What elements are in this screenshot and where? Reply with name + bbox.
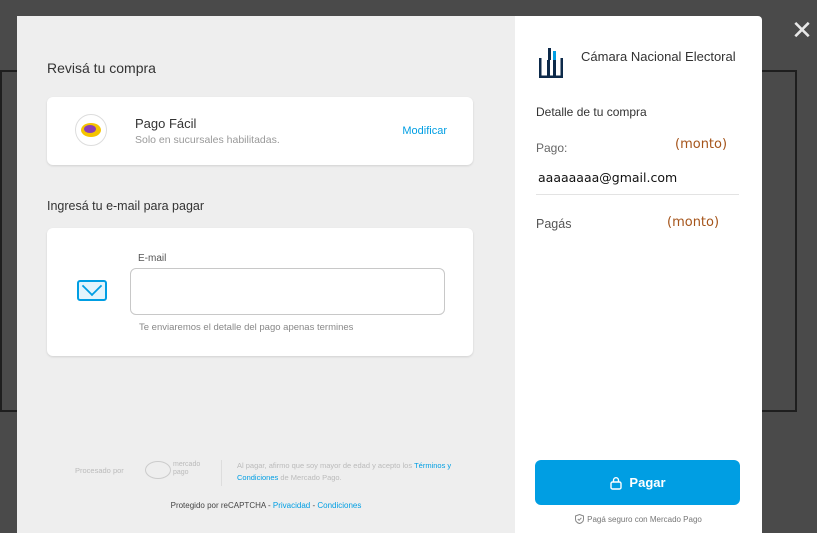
email-card: E-mail Te enviaremos el detalle del pago… [47, 228, 473, 356]
privacy-link[interactable]: Privacidad [273, 501, 310, 510]
email-section-title: Ingresá tu e-mail para pagar [47, 199, 205, 213]
payment-method-subtitle: Solo en sucursales habilitadas. [135, 134, 280, 146]
checkout-modal: Revisá tu compra Pago Fácil Solo en sucu… [17, 16, 762, 533]
email-hint: Te enviaremos el detalle del pago apenas… [139, 322, 354, 333]
mercado-pago-logo-icon [145, 461, 171, 479]
footer-divider [221, 460, 222, 486]
payment-amount: (monto) [675, 137, 728, 152]
recaptcha-note: Protegido por reCAPTCHA - Privacidad - C… [17, 501, 515, 510]
processed-by-text: Procesado por [75, 466, 124, 475]
payment-method-card: Pago Fácil Solo en sucursales habilitada… [47, 97, 473, 165]
legal-suffix: de Mercado Pago. [280, 473, 342, 482]
shield-icon [575, 514, 585, 524]
secure-note: Pagá seguro con Mercado Pago [515, 514, 762, 524]
email-input[interactable] [130, 268, 445, 315]
total-amount: (monto) [667, 215, 720, 230]
seller-name: Cámara Nacional Electoral [581, 49, 736, 64]
left-pane: Revisá tu compra Pago Fácil Solo en sucu… [17, 16, 515, 533]
conditions-link[interactable]: Condiciones [317, 501, 361, 510]
payment-method-name: Pago Fácil [135, 116, 197, 131]
pay-button-label: Pagar [629, 475, 666, 490]
payment-label: Pago: [536, 141, 568, 155]
lock-icon [610, 476, 623, 490]
legal-text: Al pagar, afirmo que soy mayor de edad y… [237, 460, 482, 484]
pay-button[interactable]: Pagar [535, 460, 740, 505]
detail-divider [536, 194, 739, 195]
modify-link[interactable]: Modificar [402, 125, 447, 137]
right-pane: Cámara Nacional Electoral Detalle de tu … [515, 16, 762, 533]
payer-email: aaaaaaaa@gmail.com [538, 170, 678, 185]
review-title: Revisá tu compra [47, 60, 156, 76]
mercado-pago-logo-text: mercado pago [173, 461, 201, 476]
close-icon[interactable]: ✕ [789, 18, 815, 44]
purchase-detail-title: Detalle de tu compra [536, 105, 647, 119]
pago-facil-logo-icon [75, 114, 107, 146]
seller-logo-icon [539, 48, 563, 78]
processed-footer: Procesado por mercado pago Al pagar, afi… [75, 459, 475, 489]
total-label: Pagás [536, 217, 572, 231]
envelope-icon [77, 280, 107, 301]
secure-note-text: Pagá seguro con Mercado Pago [587, 515, 702, 524]
recaptcha-text: Protegido por reCAPTCHA - [170, 501, 273, 510]
legal-prefix: Al pagar, afirmo que soy mayor de edad y… [237, 461, 413, 470]
email-label: E-mail [138, 253, 167, 264]
